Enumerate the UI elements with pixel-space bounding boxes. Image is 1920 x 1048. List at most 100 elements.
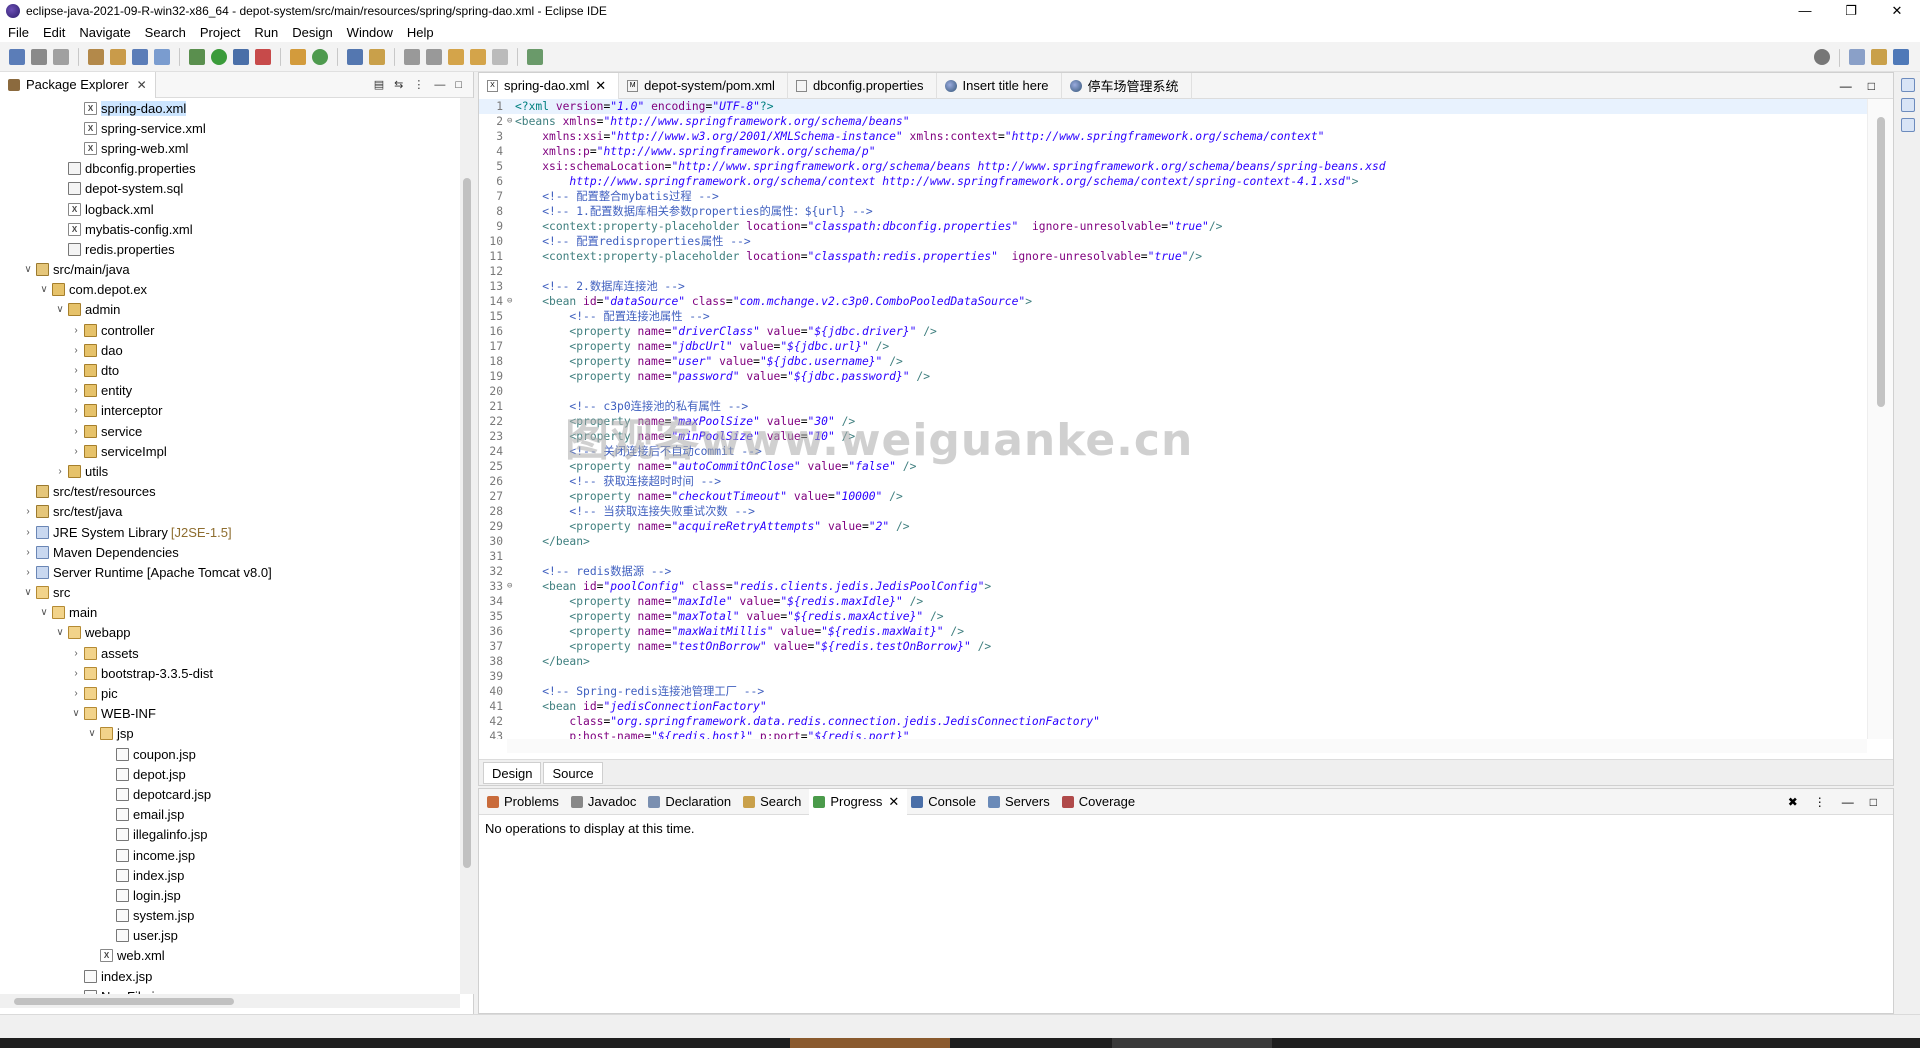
tree-item[interactable]: › Maven Dependencies	[0, 542, 456, 562]
tree-item[interactable]: system.jsp	[0, 906, 456, 926]
scrollbar-thumb[interactable]	[463, 178, 471, 868]
tree-item[interactable]: index.jsp	[0, 865, 456, 885]
project-tree[interactable]: Xspring-dao.xml Xspring-service.xml Xsprin…	[0, 98, 456, 994]
debug-icon[interactable]	[189, 48, 205, 65]
code-line[interactable]: 17 <property name="jdbcUrl" value="${jdb…	[479, 339, 1867, 354]
tree-item[interactable]: Xmybatis-config.xml	[0, 219, 456, 239]
tree-item[interactable]: coupon.jsp	[0, 744, 456, 764]
view-menu-icon[interactable]: ⋮	[413, 78, 424, 91]
tree-item[interactable]: depotcard.jsp	[0, 784, 456, 804]
tree-item[interactable]: › Server Runtime [Apache Tomcat v8.0]	[0, 562, 456, 582]
tree-item[interactable]: › dao	[0, 340, 456, 360]
expand-toggle-icon[interactable]: ∨	[22, 264, 34, 275]
tree-item[interactable]: Xweb.xml	[0, 946, 456, 966]
fold-toggle-icon[interactable]: ⊖	[507, 579, 515, 594]
code-line[interactable]: 40 <!-- Spring-redis连接池管理工厂 -->	[479, 684, 1867, 699]
expand-toggle-icon[interactable]: ∨	[54, 304, 66, 315]
next-annotation-icon[interactable]	[404, 48, 420, 65]
outline-view-icon[interactable]	[1901, 98, 1915, 112]
tab-javadoc[interactable]: Javadoc	[567, 789, 644, 815]
package-explorer-tab[interactable]: Package Explorer ✕	[0, 71, 156, 98]
code-area[interactable]: 1 <?xml version="1.0" encoding="UTF-8"?> 2…	[479, 99, 1867, 739]
code-line[interactable]: 41 <bean id="jedisConnectionFactory"	[479, 699, 1867, 714]
expand-toggle-icon[interactable]: ›	[70, 688, 82, 699]
expand-toggle-icon[interactable]: ›	[22, 547, 34, 558]
menu-help[interactable]: Help	[407, 25, 434, 40]
code-line[interactable]: 7 <!-- 配置整合mybatis过程 -->	[479, 189, 1867, 204]
tree-item[interactable]: › interceptor	[0, 401, 456, 421]
terminal-icon[interactable]	[132, 48, 148, 65]
expand-toggle-icon[interactable]: ›	[70, 648, 82, 659]
minimize-view-icon[interactable]: —	[1840, 79, 1852, 93]
code-line[interactable]: 36 <property name="maxWaitMillis" value=…	[479, 624, 1867, 639]
fold-toggle-icon[interactable]: ⊖	[507, 294, 515, 309]
tab-coverage[interactable]: Coverage	[1058, 789, 1143, 815]
task-list-icon[interactable]	[1901, 118, 1915, 132]
tree-item[interactable]: ∨ com.depot.ex	[0, 280, 456, 300]
tree-item[interactable]: ∨ WEB-INF	[0, 704, 456, 724]
tree-item[interactable]: ∨ jsp	[0, 724, 456, 744]
expand-toggle-icon[interactable]: ›	[70, 426, 82, 437]
code-line[interactable]: 4 xmlns:p="http://www.springframework.or…	[479, 144, 1867, 159]
expand-toggle-icon[interactable]: ›	[70, 668, 82, 679]
expand-toggle-icon[interactable]: ›	[22, 567, 34, 578]
tree-item[interactable]: ∨ src/main/java	[0, 260, 456, 280]
close-icon[interactable]: ✕	[595, 78, 606, 94]
tab-problems[interactable]: Problems	[483, 789, 567, 815]
link-with-editor-icon[interactable]: ⇆	[394, 78, 403, 91]
menu-edit[interactable]: Edit	[43, 25, 65, 40]
tree-item[interactable]: NewFile.jsp	[0, 986, 456, 994]
tree-item[interactable]: depot-system.sql	[0, 179, 456, 199]
tab-search[interactable]: Search	[739, 789, 809, 815]
new-java-package-icon[interactable]	[290, 48, 306, 65]
expand-toggle-icon[interactable]: ›	[70, 365, 82, 376]
tab-progress[interactable]: Progress ✕	[809, 788, 908, 815]
new-class-icon[interactable]	[312, 48, 328, 65]
expand-toggle-icon[interactable]: ∨	[38, 284, 50, 295]
code-line[interactable]: 27 <property name="checkoutTimeout" valu…	[479, 489, 1867, 504]
tab-spring-dao-xml[interactable]: X spring-dao.xml ✕	[479, 72, 620, 99]
code-line[interactable]: 23 <property name="minPoolSize" value="1…	[479, 429, 1867, 444]
open-task-icon[interactable]	[347, 48, 363, 65]
minimize-view-icon[interactable]: —	[434, 79, 445, 91]
tree-item[interactable]: Xspring-web.xml	[0, 138, 456, 158]
restore-button[interactable]: ❐	[1828, 0, 1874, 22]
code-line[interactable]: 12	[479, 264, 1867, 279]
expand-toggle-icon[interactable]: ∨	[86, 728, 98, 739]
minimize-button[interactable]: —	[1782, 0, 1828, 22]
maximize-view-icon[interactable]: □	[1868, 79, 1875, 93]
code-line[interactable]: 8 <!-- 1.配置数据库相关参数properties的属性：${url} -…	[479, 204, 1867, 219]
tree-item[interactable]: Xspring-service.xml	[0, 118, 456, 138]
code-line[interactable]: 3 xmlns:xsi="http://www.w3.org/2001/XMLS…	[479, 129, 1867, 144]
tree-item[interactable]: › dto	[0, 360, 456, 380]
fold-toggle-icon[interactable]: ⊖	[507, 114, 515, 129]
code-line[interactable]: 15 <!-- 配置连接池属性 -->	[479, 309, 1867, 324]
tree-item[interactable]: email.jsp	[0, 805, 456, 825]
code-line[interactable]: 39	[479, 669, 1867, 684]
code-line[interactable]: 35 <property name="maxTotal" value="${re…	[479, 609, 1867, 624]
tree-item[interactable]: › pic	[0, 683, 456, 703]
tree-horizontal-scrollbar[interactable]	[0, 994, 460, 1008]
code-line[interactable]: 6 http://www.springframework.org/schema/…	[479, 174, 1867, 189]
tree-item[interactable]: src/test/resources	[0, 482, 456, 502]
tree-item[interactable]: ∨ src	[0, 583, 456, 603]
menu-project[interactable]: Project	[200, 25, 240, 40]
editor-horizontal-scrollbar[interactable]	[507, 739, 1867, 753]
collapse-all-icon[interactable]: ▤	[374, 78, 384, 91]
search-tool-icon[interactable]	[369, 48, 385, 65]
tab-insert-title-here[interactable]: Insert title here	[937, 72, 1062, 99]
tab-dbconfig-properties[interactable]: dbconfig.properties	[788, 72, 937, 99]
code-line[interactable]: 5 xsi:schemaLocation="http://www.springf…	[479, 159, 1867, 174]
expand-toggle-icon[interactable]: ›	[22, 527, 34, 538]
code-line[interactable]: 10 <!-- 配置redisproperties属性 -->	[479, 234, 1867, 249]
expand-toggle-icon[interactable]: ›	[54, 466, 66, 477]
tree-item[interactable]: › src/test/java	[0, 502, 456, 522]
close-icon[interactable]: ✕	[888, 794, 899, 810]
remove-all-icon[interactable]: ✖	[1788, 795, 1798, 809]
search-icon[interactable]	[1814, 49, 1830, 65]
tab-source[interactable]: Source	[543, 761, 603, 784]
maximize-view-icon[interactable]: □	[455, 79, 462, 91]
build-icon[interactable]	[88, 48, 104, 65]
tree-item[interactable]: › service	[0, 421, 456, 441]
tab-pom-xml[interactable]: M depot-system/pom.xml	[619, 72, 788, 99]
